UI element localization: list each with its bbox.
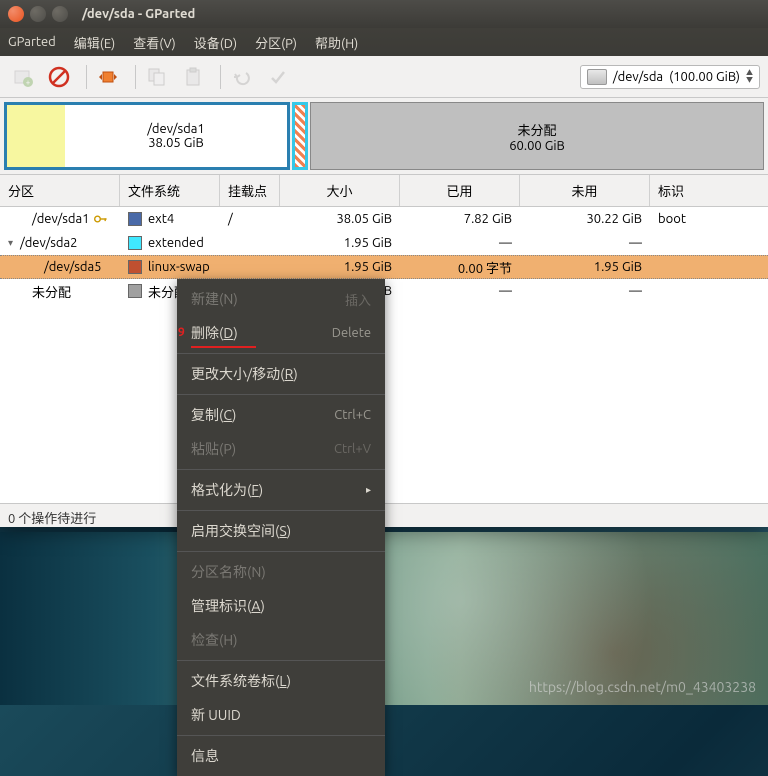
menu-edit[interactable]: 编辑(E): [74, 33, 115, 52]
disk-icon: [587, 69, 607, 85]
svg-text:+: +: [26, 78, 31, 87]
menu-separator: [177, 660, 385, 661]
menu-separator: [177, 551, 385, 552]
menu-device[interactable]: 设备(D): [194, 33, 237, 52]
col-flags[interactable]: 标识: [650, 175, 768, 206]
titlebar[interactable]: /dev/sda - GParted: [0, 0, 768, 28]
copy-button: [142, 62, 172, 92]
partition-graph: /dev/sda1 38.05 GiB 未分配 60.00 GiB: [4, 102, 764, 170]
delete-partition-button[interactable]: [44, 62, 74, 92]
context-menu: 新建(N)插入删除(D)Delete 更改大小/移动(R) 复制(C)Ctrl+C粘…: [177, 279, 385, 776]
col-partition[interactable]: 分区: [0, 175, 120, 206]
paste-button: [178, 62, 208, 92]
device-name: /dev/sda: [613, 70, 663, 84]
menu-item[interactable]: 删除(D)Delete: [177, 316, 385, 350]
window-minimize-button[interactable]: [30, 6, 46, 22]
graph-unalloc-name: 未分配: [517, 120, 556, 139]
menu-item[interactable]: 新 UUID: [177, 698, 385, 732]
annotation-nine: 9: [178, 326, 185, 339]
col-free[interactable]: 未用: [520, 175, 650, 206]
graph-partition-sda1[interactable]: /dev/sda1 38.05 GiB: [4, 102, 290, 170]
device-spin-buttons[interactable]: ▲▼: [746, 70, 753, 84]
menu-separator: [177, 394, 385, 395]
graph-unalloc-size: 60.00 GiB: [509, 139, 565, 153]
menu-item[interactable]: 复制(C)Ctrl+C: [177, 398, 385, 432]
menu-partition[interactable]: 分区(P): [255, 33, 297, 52]
resize-move-button[interactable]: [93, 62, 123, 92]
menu-separator: [177, 735, 385, 736]
table-header: 分区 文件系统 挂载点 大小 已用 未用 标识: [0, 174, 768, 207]
window-close-button[interactable]: [8, 6, 24, 22]
menubar: GParted 编辑(E) 查看(V) 设备(D) 分区(P) 帮助(H): [0, 28, 768, 56]
graph-used-area: [7, 105, 65, 167]
menu-view[interactable]: 查看(V): [133, 33, 175, 52]
device-size: (100.00 GiB): [669, 70, 740, 84]
table-row[interactable]: ▾/dev/sda2extended1.95 GiB——: [0, 231, 768, 255]
menu-item[interactable]: 格式化为(F)▸: [177, 473, 385, 507]
table-row[interactable]: /dev/sda1ext4/38.05 GiB7.82 GiB30.22 GiB…: [0, 207, 768, 231]
graph-part-name: /dev/sda1: [65, 122, 287, 136]
menu-separator: [177, 353, 385, 354]
graph-unallocated[interactable]: 未分配 60.00 GiB: [310, 102, 764, 170]
graph-part-size: 38.05 GiB: [65, 136, 287, 150]
window-maximize-button[interactable]: [52, 6, 68, 22]
col-size[interactable]: 大小: [280, 175, 400, 206]
status-text: 0 个操作待进行: [8, 512, 96, 526]
col-filesystem[interactable]: 文件系统: [120, 175, 220, 206]
undo-button: [227, 62, 257, 92]
menu-help[interactable]: 帮助(H): [315, 33, 358, 52]
menu-item[interactable]: 启用交换空间(S): [177, 514, 385, 548]
new-partition-button: +: [8, 62, 38, 92]
toolbar-separator: [220, 65, 221, 89]
col-mountpoint[interactable]: 挂载点: [220, 175, 280, 206]
menu-gparted[interactable]: GParted: [8, 35, 56, 49]
menu-item[interactable]: 信息: [177, 739, 385, 773]
graph-partition-extended[interactable]: [292, 102, 308, 170]
menu-separator: [177, 469, 385, 470]
menu-item: 新建(N)插入: [177, 282, 385, 316]
apply-button: [263, 62, 293, 92]
watermark: https://blog.csdn.net/m0_43403238: [529, 679, 756, 695]
toolbar: + /dev/sda (100.00 GiB) ▲▼: [0, 56, 768, 98]
menu-item: 检查(H): [177, 623, 385, 657]
menu-item: 分区名称(N): [177, 555, 385, 589]
toolbar-separator: [86, 65, 87, 89]
menu-separator: [177, 510, 385, 511]
device-selector[interactable]: /dev/sda (100.00 GiB) ▲▼: [580, 65, 760, 89]
toolbar-separator: [135, 65, 136, 89]
menu-item: 粘贴(P)Ctrl+V: [177, 432, 385, 466]
col-used[interactable]: 已用: [400, 175, 520, 206]
menu-item[interactable]: 文件系统卷标(L): [177, 664, 385, 698]
menu-item[interactable]: 管理标识(A): [177, 589, 385, 623]
menu-item[interactable]: 更改大小/移动(R): [177, 357, 385, 391]
window-title: /dev/sda - GParted: [82, 7, 195, 21]
table-row[interactable]: /dev/sda5linux-swap1.95 GiB0.00 字节1.95 G…: [0, 255, 768, 279]
